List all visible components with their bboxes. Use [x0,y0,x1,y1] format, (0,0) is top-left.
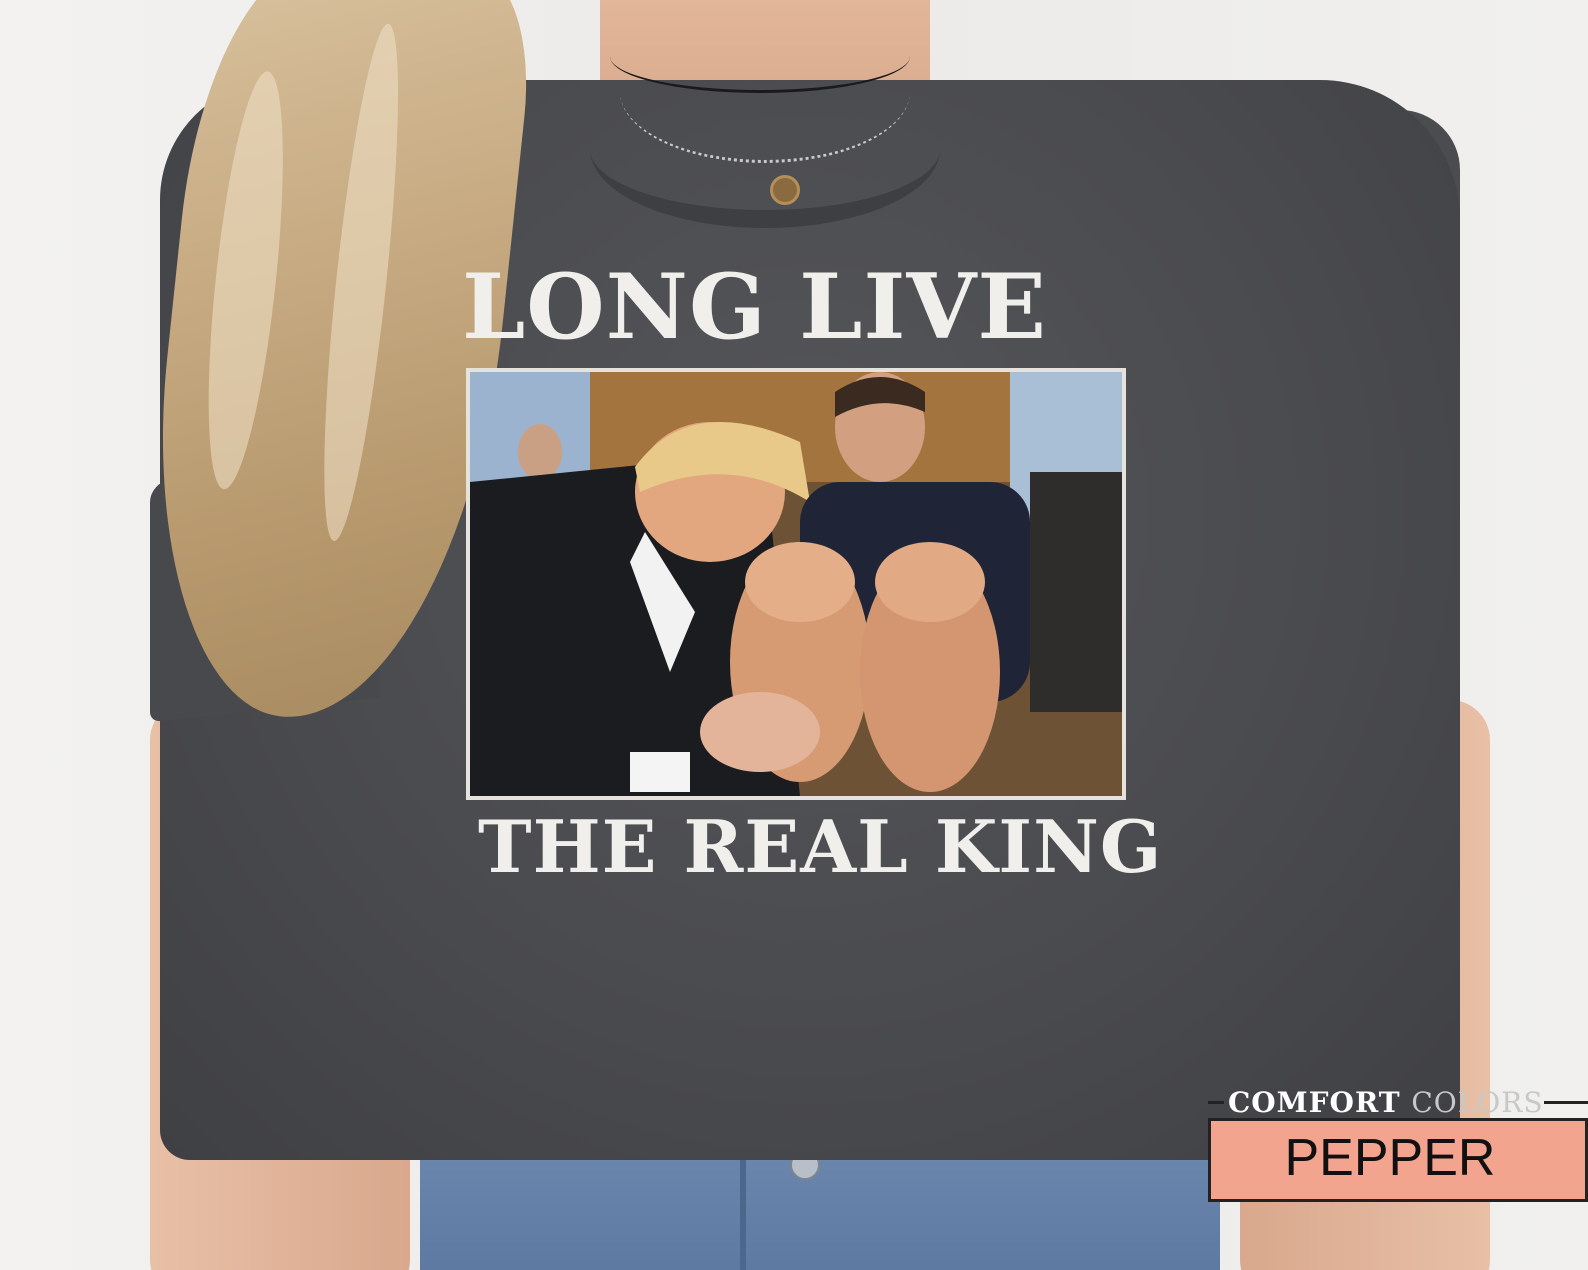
photo-illustration [470,372,1122,796]
chain-necklace [620,20,910,163]
badge-rule-left [1208,1101,1224,1104]
brand-light: COLORS [1411,1086,1544,1119]
color-name-label: PEPPER [1284,1129,1496,1187]
product-photo: LONG LIVE THE REAL KING COMFORT COLORS P… [0,0,1588,1270]
brand-bold: COMFORT [1228,1086,1401,1119]
pendant [770,175,800,205]
hair-highlight [193,68,298,493]
print-bottom-line: THE REAL KING [478,804,1163,889]
badge-rule-right [1544,1101,1588,1104]
print-top-line: LONG LIVE [462,254,1047,360]
printed-photo [466,368,1126,800]
brand-label: COMFORT COLORS [1228,1086,1544,1119]
hair-highlight [309,21,414,544]
